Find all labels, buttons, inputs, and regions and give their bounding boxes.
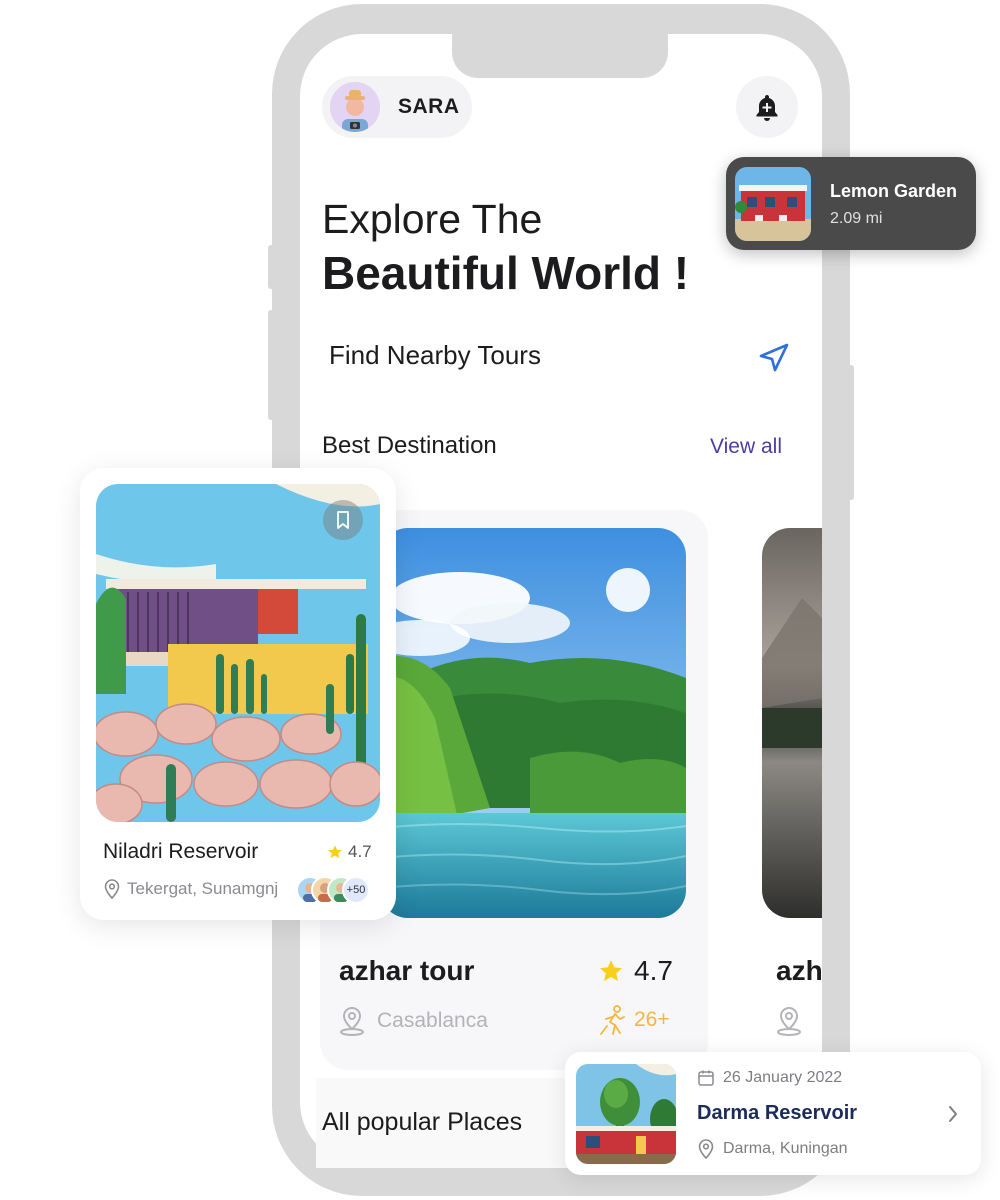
featured-destination-name: Niladri Reservoir — [103, 840, 259, 863]
section-title: Best Destination — [322, 432, 497, 459]
toast-thumbnail — [735, 167, 811, 241]
map-pin-icon — [698, 1139, 714, 1159]
bell-plus-icon — [756, 95, 778, 121]
toast-title: Lemon Garden — [830, 181, 958, 201]
phone-side-button — [848, 365, 854, 500]
star-icon — [328, 845, 342, 859]
map-pin-icon — [777, 1006, 801, 1036]
find-nearby-tours[interactable]: Find Nearby Tours — [329, 340, 541, 371]
destination-location-partial — [776, 1006, 822, 1041]
bookmark-icon — [337, 511, 349, 529]
map-pin-icon — [104, 879, 120, 899]
lake-landscape-image — [380, 528, 686, 918]
headline-line-2: Beautiful World ! — [322, 247, 690, 299]
bookmark-button[interactable] — [323, 500, 363, 540]
event-location-text: Darma, Kuningan — [723, 1140, 848, 1157]
toast-distance: 2.09 mi — [830, 210, 883, 227]
destination-image-partial[interactable] — [762, 528, 822, 918]
featured-destination-rating: 4.7 — [327, 842, 372, 862]
red-house-image — [735, 167, 811, 241]
destination-location-text: Casablanca — [377, 1009, 488, 1032]
map-pin-icon — [340, 1006, 364, 1036]
notification-button[interactable] — [736, 76, 798, 138]
view-all-link[interactable]: View all — [710, 435, 782, 459]
destination-visitors-count: 26+ — [634, 1008, 670, 1031]
featured-destination-location: Tekergat, Sunamgnj — [103, 879, 278, 899]
phone-notch — [452, 30, 668, 78]
reservoir-illustration — [576, 1064, 676, 1164]
event-thumbnail — [576, 1064, 676, 1164]
event-date-text: 26 January 2022 — [723, 1069, 843, 1086]
destination-visitors: 26+ — [598, 1004, 670, 1036]
username: SARA — [398, 95, 460, 118]
headline-line-1: Explore The — [322, 196, 543, 242]
mountain-lake-image — [762, 528, 822, 918]
avatar — [330, 82, 380, 132]
phone-side-button — [268, 310, 274, 420]
event-date: 26 January 2022 — [697, 1069, 842, 1087]
destination-location: Casablanca — [339, 1006, 488, 1036]
destination-name: azhar tour — [339, 955, 475, 986]
phone-side-button — [268, 245, 274, 289]
walking-person-icon — [600, 1005, 625, 1035]
avatar-illustration — [330, 82, 380, 132]
user-profile-chip[interactable]: SARA — [322, 76, 472, 138]
featured-location-text: Tekergat, Sunamgnj — [127, 879, 279, 898]
visitor-avatars: +50 — [296, 876, 374, 904]
destination-rating: 4.7 — [598, 955, 673, 987]
destination-image — [380, 528, 686, 918]
navigation-arrow-icon[interactable] — [758, 343, 790, 373]
destination-name-partial: azh — [776, 955, 822, 986]
star-icon — [599, 960, 623, 981]
calendar-icon — [698, 1070, 714, 1086]
destination-rating-value: 4.7 — [634, 955, 673, 986]
event-title: Darma Reservoir — [697, 1102, 858, 1124]
chevron-right-icon[interactable] — [946, 1103, 960, 1125]
visitor-count-badge: +50 — [342, 876, 370, 904]
event-location: Darma, Kuningan — [697, 1139, 848, 1159]
featured-rating-value: 4.7 — [348, 842, 372, 861]
popular-places-title: All popular Places — [322, 1108, 523, 1136]
